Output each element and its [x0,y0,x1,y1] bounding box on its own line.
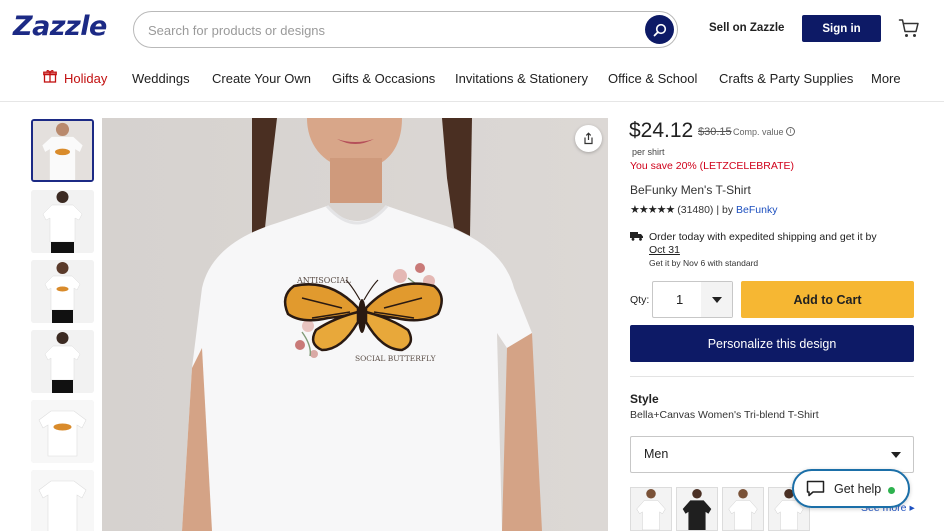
chevron-down-icon [701,282,732,317]
info-icon[interactable]: i [786,127,795,136]
style-swatch[interactable] [630,487,672,531]
per-unit-label: per shirt [632,147,665,157]
sell-on-zazzle-link[interactable]: Sell on Zazzle [709,22,784,34]
style-swatch[interactable] [676,487,718,531]
search-button[interactable] [645,15,674,44]
nav-item-more[interactable]: More [871,71,901,86]
product-photo: ANTISOCIAL SOCIAL BUTTERFLY [102,118,608,531]
shipping-date-link[interactable]: Oct 31 [649,244,680,256]
gift-icon [43,70,57,83]
standard-shipping-info: Get it by Nov 6 with standard [649,258,759,268]
chevron-down-icon [891,452,901,458]
style-swatch[interactable] [722,487,764,531]
get-help-label: Get help [834,481,882,496]
nav-item-crafts-party-supplies[interactable]: Crafts & Party Supplies [719,71,853,86]
shipping-info: Order today with expedited shipping and … [649,231,877,243]
savings-text: You save 20% (LETZCELEBRATE) [630,160,794,172]
original-price: $30.15 [698,126,732,138]
search-input[interactable] [148,20,628,40]
chat-icon [806,480,825,497]
main-product-image[interactable]: ANTISOCIAL SOCIAL BUTTERFLY [102,118,608,531]
truck-icon [630,232,643,241]
share-icon [584,132,593,145]
style-select[interactable]: Men [630,436,914,473]
star-rating-icon: ★★★★★ [630,204,675,216]
nav-item-gifts-occasions[interactable]: Gifts & Occasions [332,71,435,86]
category-nav: Holiday Weddings Create Your Own Gifts &… [0,58,944,102]
seller-link[interactable]: BeFunky [736,204,777,216]
comp-value-label: Comp. value [733,127,784,137]
search-bar [133,11,678,48]
divider [630,376,914,377]
get-help-button[interactable]: Get help [792,469,910,508]
style-value: Bella+Canvas Women's Tri-blend T-Shirt [630,409,819,421]
quantity-value: 1 [676,292,684,307]
sign-in-button[interactable]: Sign in [802,15,881,42]
online-status-dot [888,487,895,494]
by-label: | by [716,204,734,216]
nav-item-invitations-stationery[interactable]: Invitations & Stationery [455,71,588,86]
style-heading: Style [630,392,659,406]
cart-button[interactable] [898,17,920,39]
cart-icon [898,19,919,37]
shirt-text-top: ANTISOCIAL [296,276,351,285]
shirt-text-bottom: SOCIAL BUTTERFLY [355,354,437,363]
share-button[interactable] [575,125,602,152]
product-rating: ★★★★★ (31480) | by BeFunky [630,203,777,216]
product-thumbnail[interactable] [31,260,94,323]
search-icon [653,23,666,36]
qty-label: Qty: [630,294,650,306]
review-count[interactable]: (31480) [677,204,713,216]
zazzle-logo[interactable]: Zazzle [13,11,107,42]
product-price: $24.12 [629,119,694,142]
nav-item-weddings[interactable]: Weddings [132,71,190,86]
header: Zazzle Sell on Zazzle Sign in [0,0,944,58]
personalize-button[interactable]: Personalize this design [630,325,914,362]
quantity-select[interactable]: 1 [652,281,733,318]
product-thumbnail[interactable] [31,400,94,463]
product-thumbnail[interactable] [31,190,94,253]
nav-item-office-school[interactable]: Office & School [608,71,697,86]
nav-item-holiday[interactable]: Holiday [64,71,107,86]
style-select-value: Men [644,447,669,461]
product-thumbnail[interactable] [31,119,94,182]
product-title: BeFunky Men's T-Shirt [630,183,751,197]
nav-item-create-your-own[interactable]: Create Your Own [212,71,311,86]
product-thumbnail[interactable] [31,470,94,531]
add-to-cart-button[interactable]: Add to Cart [741,281,914,318]
product-thumbnail[interactable] [31,330,94,393]
